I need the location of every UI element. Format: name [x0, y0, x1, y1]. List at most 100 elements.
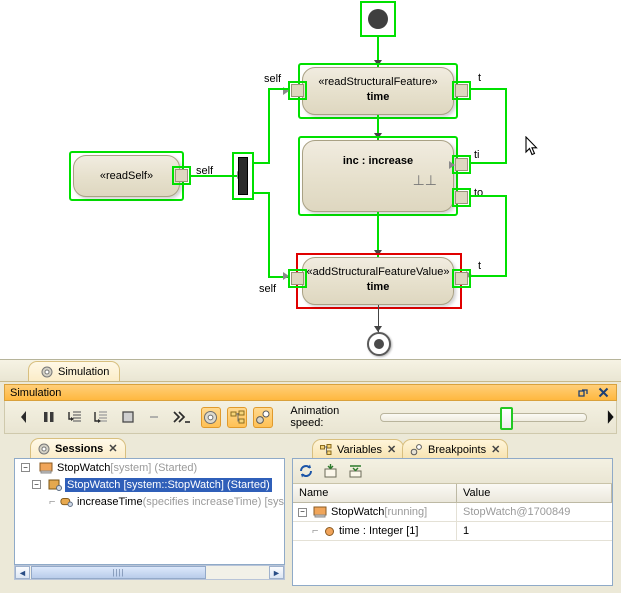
step-into-button[interactable]: [66, 407, 86, 428]
animation-toggle-button[interactable]: [201, 407, 221, 428]
step-over-icon: [94, 410, 109, 425]
tab-sessions-label: Sessions: [55, 443, 103, 455]
stop-square-icon: [121, 410, 135, 424]
node-name: time: [303, 281, 453, 293]
edge-t-to-ti-h2: [471, 162, 507, 164]
close-icon[interactable]: ✕: [387, 443, 396, 456]
pin-label-self-rsf: self: [264, 73, 281, 85]
initial-node[interactable]: [368, 9, 388, 29]
scrollbar-thumb[interactable]: ||||: [31, 566, 206, 579]
node-read-structural-feature[interactable]: «readStructuralFeature» time: [302, 67, 454, 115]
variable-name: time : Integer [1]: [339, 525, 418, 537]
variables-body: Name Value − StopWatch [r: [292, 458, 613, 586]
pin-self-add-structural-feature-value[interactable]: [291, 272, 304, 285]
expander-icon[interactable]: −: [32, 480, 41, 489]
edge-t-to-ti-h1: [471, 88, 507, 90]
tab-variables[interactable]: Variables ✕: [312, 439, 404, 459]
arrow-into-ti: [449, 161, 455, 169]
pin-to-inc[interactable]: [455, 191, 468, 204]
node-read-self[interactable]: «readSelf»: [73, 155, 180, 197]
dash-icon: [148, 411, 160, 423]
pin-self-read-structural-feature[interactable]: [291, 84, 304, 97]
simulation-title-label: Simulation: [10, 387, 61, 399]
tree-row[interactable]: ⌐ increaseTime (specifies increaseTime) …: [15, 493, 284, 510]
table-row[interactable]: ⌐ time : Integer [1] 1: [293, 522, 612, 541]
tree-icon: [230, 410, 245, 425]
close-icon[interactable]: [598, 387, 609, 398]
step-into-icon: [68, 410, 83, 425]
right-triangle-icon[interactable]: [605, 409, 617, 425]
tab-sessions[interactable]: Sessions ✕: [30, 438, 126, 458]
attribute-icon: [324, 526, 335, 537]
tree-icon: [320, 444, 332, 456]
node-inc-increase[interactable]: inc : increase ⊥⊥: [302, 140, 454, 212]
show-variables-button[interactable]: [227, 407, 247, 428]
variable-value: 1: [457, 522, 612, 540]
tree-row-label: StopWatch: [57, 462, 110, 474]
breakpoint-icon: [410, 444, 423, 456]
instance-icon: [48, 479, 62, 491]
final-node-inner: [374, 339, 384, 349]
activity-final-node[interactable]: [367, 332, 391, 356]
tab-breakpoints[interactable]: Breakpoints ✕: [402, 439, 508, 459]
pin-read-self-output[interactable]: [175, 169, 188, 182]
node-add-structural-feature-value[interactable]: «addStructuralFeatureValue» time: [302, 257, 454, 305]
table-row[interactable]: − StopWatch [running] StopWatch@1700849: [293, 503, 612, 522]
node-name: inc : increase: [303, 155, 453, 167]
variable-value: StopWatch@1700849: [457, 503, 612, 521]
tab-breakpoints-label: Breakpoints: [428, 444, 486, 456]
edge-to-to-t-h1: [471, 195, 507, 197]
tab-simulation[interactable]: Simulation: [28, 361, 120, 382]
animation-speed-slider[interactable]: [380, 413, 587, 422]
step-over-button[interactable]: [92, 407, 112, 428]
restore-icon[interactable]: [578, 387, 589, 398]
tree-row[interactable]: − StopWatch [system::StopWatch] (Started…: [15, 476, 284, 493]
sessions-tree[interactable]: − StopWatch [system] (Started) −: [14, 458, 285, 565]
refresh-icon[interactable]: [298, 463, 314, 479]
breakpoints-toggle-button[interactable]: [253, 407, 273, 428]
simulation-toolbar: Animation speed:: [4, 401, 617, 434]
pin-t-add-structural-feature-value[interactable]: [455, 272, 468, 285]
step-back-button[interactable]: [13, 407, 33, 428]
pause-button[interactable]: [39, 407, 59, 428]
variables-pane: Variables ✕ Breakpoints ✕: [290, 438, 617, 588]
gear-icon: [203, 410, 218, 425]
simulation-gear-icon: [41, 366, 53, 378]
scroll-left-button[interactable]: ◄: [15, 566, 30, 579]
tree-row[interactable]: − StopWatch [system] (Started): [15, 459, 284, 476]
variable-state: [running]: [384, 506, 427, 518]
dock-tabstrip: Simulation: [0, 360, 621, 382]
close-icon[interactable]: ✕: [108, 442, 117, 455]
expand-all-icon[interactable]: [348, 463, 364, 479]
edge-to-to-t-h2: [471, 275, 507, 277]
activity-diagram-canvas[interactable]: «readStructuralFeature» time self t «rea…: [0, 0, 621, 359]
column-header-value[interactable]: Value: [457, 484, 612, 502]
expander-icon[interactable]: −: [298, 508, 307, 517]
run-to-completion-button[interactable]: [171, 407, 194, 428]
edge-fork-down-v: [268, 192, 270, 278]
node-name: time: [303, 91, 453, 103]
object-icon: [313, 506, 327, 518]
left-triangle-icon: [17, 410, 30, 424]
pin-ti-inc[interactable]: [455, 158, 468, 171]
pin-t-read-structural-feature[interactable]: [455, 84, 468, 97]
pin-label-ti: ti: [474, 149, 480, 161]
expander-icon[interactable]: −: [21, 463, 30, 472]
tree-row-suffix: (specifies increaseTime) [sys: [143, 496, 284, 508]
animation-speed-knob[interactable]: [500, 407, 513, 430]
stop-button[interactable]: [118, 407, 138, 428]
close-icon[interactable]: ✕: [491, 443, 500, 456]
scroll-right-button[interactable]: ►: [269, 566, 284, 579]
tab-variables-label: Variables: [337, 444, 382, 456]
tree-row-suffix: [system] (Started): [110, 462, 197, 474]
pin-label-to: to: [474, 187, 483, 199]
pause-icon: [42, 410, 56, 424]
tab-simulation-label: Simulation: [58, 366, 109, 378]
column-header-name[interactable]: Name: [293, 484, 457, 502]
fast-forward-icon: [173, 410, 191, 424]
edge-fork-up-v: [268, 88, 270, 164]
sessions-pane: Sessions ✕ − StopWatch [system] (Started…: [4, 438, 289, 588]
sessions-horizontal-scrollbar[interactable]: ◄ |||| ►: [14, 565, 285, 580]
fork-node[interactable]: [238, 157, 248, 195]
collapse-all-icon[interactable]: [323, 463, 339, 479]
